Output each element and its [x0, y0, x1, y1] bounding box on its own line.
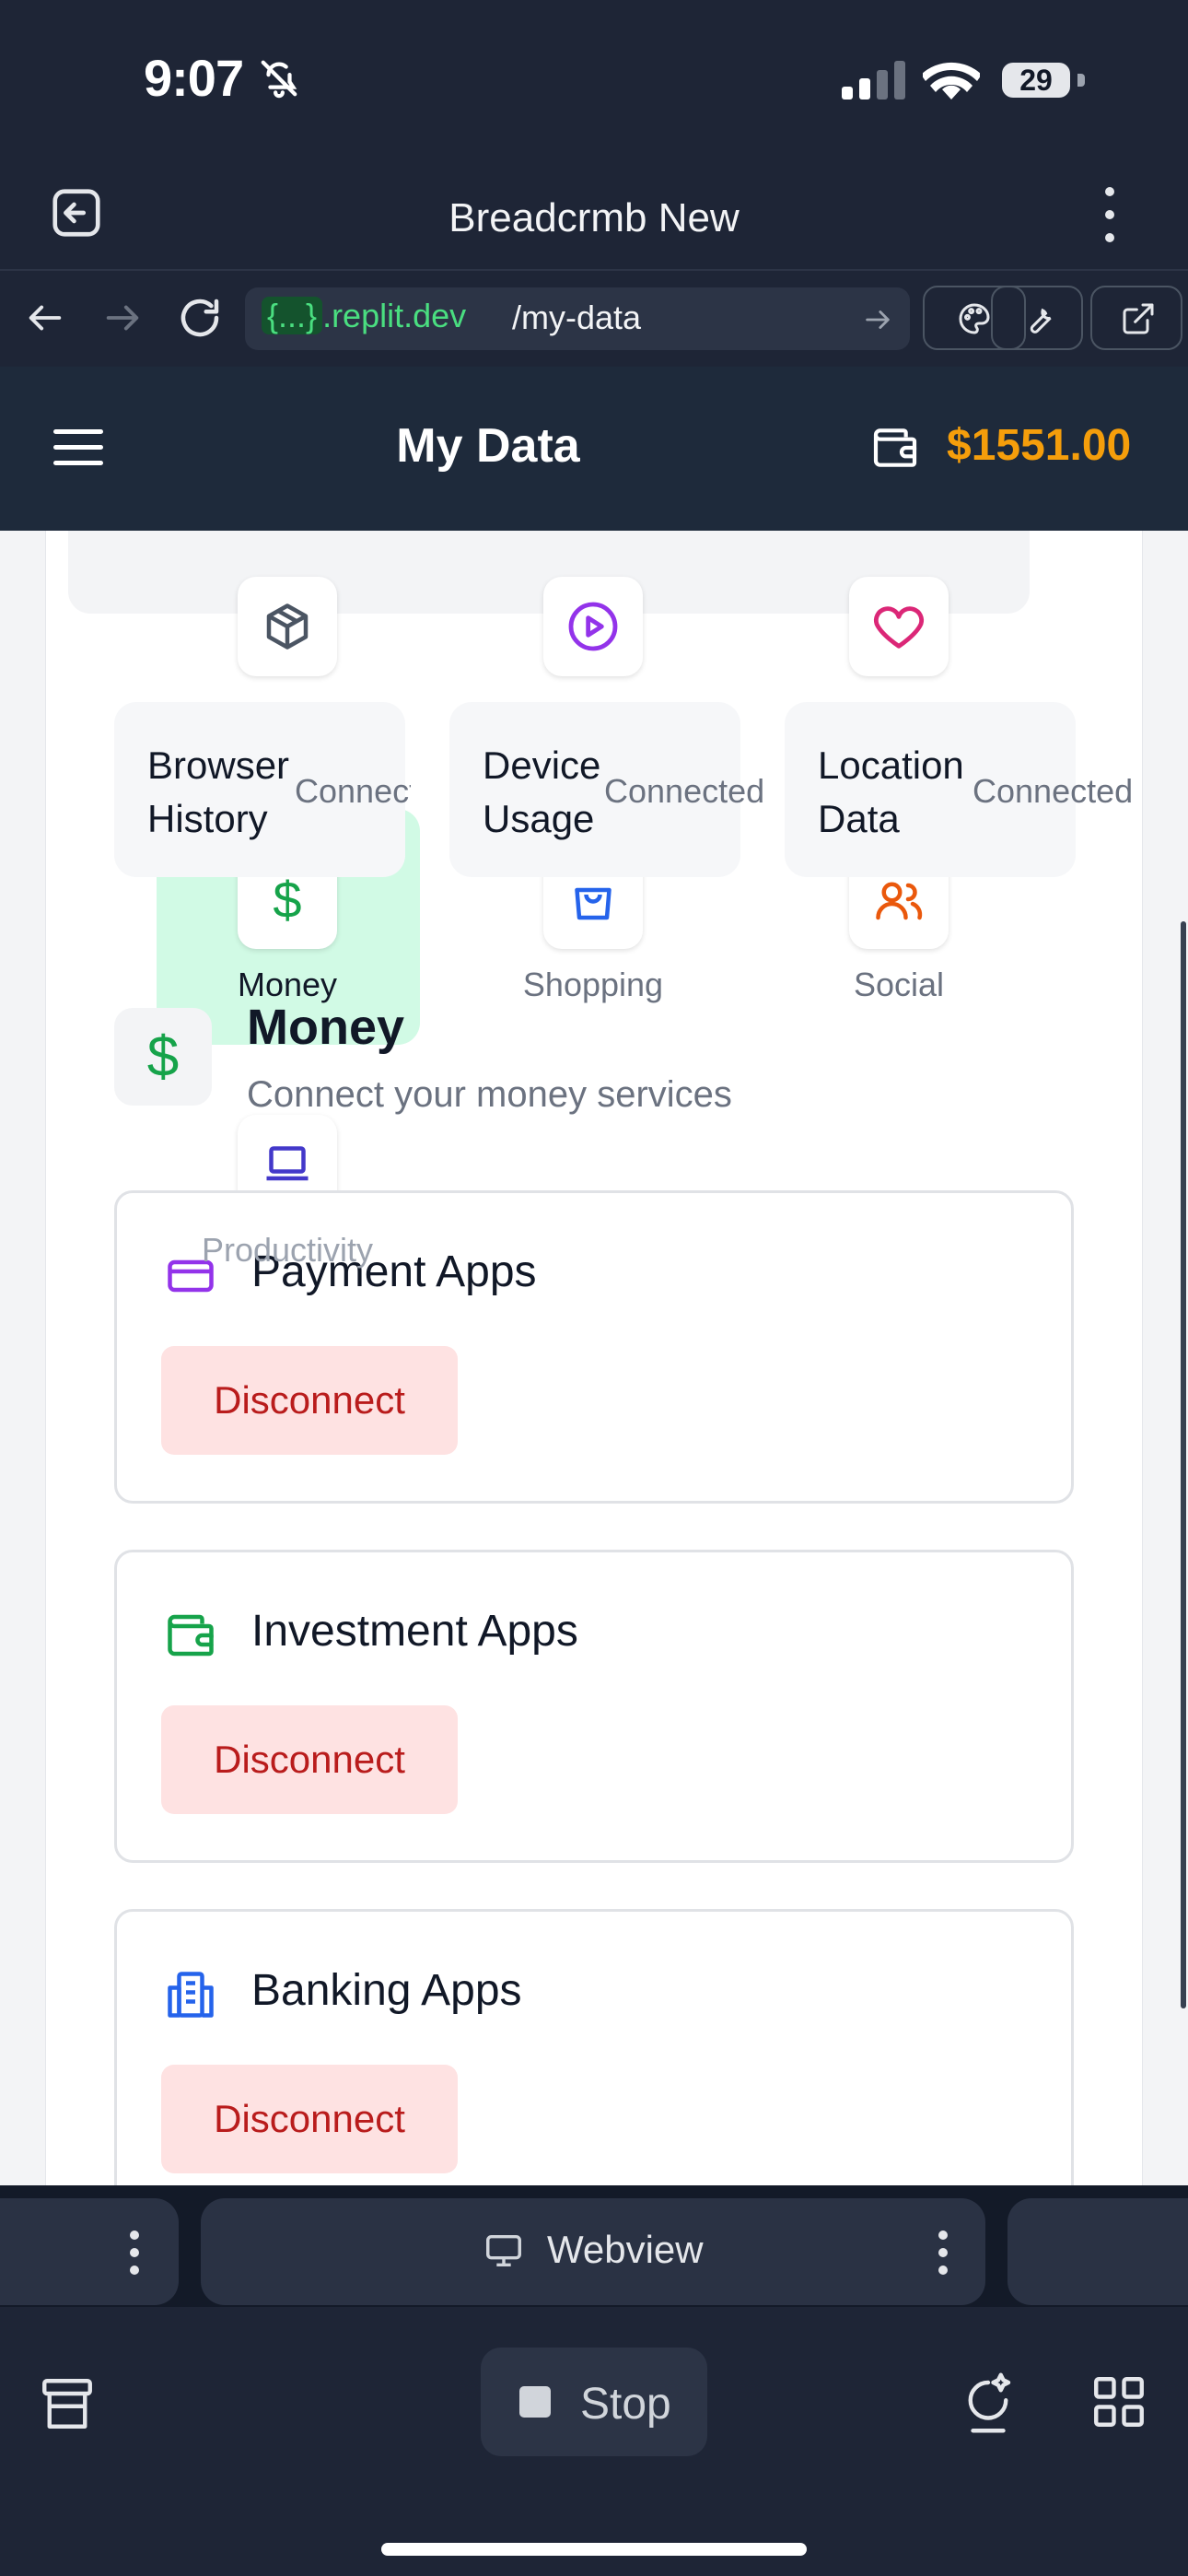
- heart-icon: [874, 606, 924, 649]
- wallet-balance[interactable]: $1551.00: [947, 420, 1131, 471]
- monitor-icon: [486, 2234, 521, 2267]
- investment-apps-card: Investment Apps Disconnect: [114, 1550, 1074, 1863]
- section-title: Money: [247, 1000, 405, 1055]
- source-name-line2: Usage: [483, 797, 595, 840]
- users-icon: [876, 882, 923, 920]
- url-bracket: {...}: [262, 297, 323, 334]
- wrench-button[interactable]: [991, 286, 1083, 350]
- dollar-icon: $: [146, 1025, 180, 1089]
- external-link-icon: [1123, 303, 1154, 334]
- arrow-left-icon[interactable]: [22, 297, 68, 339]
- building-icon: [168, 1972, 214, 2018]
- disconnect-button[interactable]: Disconnect: [161, 1705, 458, 1814]
- tab-right[interactable]: [1007, 2198, 1188, 2305]
- wifi-icon: [923, 62, 980, 100]
- reload-icon[interactable]: [175, 293, 225, 343]
- cellular-signal-icon: [842, 61, 905, 100]
- dollar-icon: $: [273, 870, 302, 929]
- play-circle-icon: [568, 602, 618, 651]
- section-icon-tile: $: [114, 1008, 212, 1106]
- source-status: Connected: [973, 772, 1134, 810]
- package-icon: [266, 603, 309, 650]
- source-name-line2: Data: [818, 797, 900, 840]
- stop-button[interactable]: Stop: [481, 2348, 707, 2456]
- wallet-icon: [168, 1614, 214, 1657]
- source-status: Connected: [604, 772, 765, 810]
- battery-tip: [1077, 74, 1085, 87]
- source-name-line1: Location: [818, 744, 964, 787]
- page-title: My Data: [396, 419, 580, 473]
- scrollbar[interactable]: [1181, 921, 1186, 2008]
- url-domain: {...} .replit.dev: [262, 297, 466, 335]
- more-vertical-icon[interactable]: [129, 2230, 140, 2276]
- section-subtitle: Connect your money services: [247, 1074, 732, 1115]
- laptop-icon: [266, 1146, 309, 1181]
- grid-icon[interactable]: [1089, 2371, 1149, 2432]
- more-vertical-icon[interactable]: [1096, 184, 1124, 245]
- url-input[interactable]: {...} .replit.dev /my-data: [245, 287, 910, 350]
- wallet-icon[interactable]: [869, 422, 921, 474]
- source-status: Connected: [295, 772, 411, 810]
- browser-title: Breadcrmb New: [448, 195, 740, 240]
- category-productivity-label[interactable]: Productivity: [177, 1231, 398, 1270]
- wrench-icon: [1030, 308, 1052, 334]
- play-tile[interactable]: [543, 577, 643, 676]
- battery-level: 29: [1002, 63, 1070, 98]
- arrow-right-icon[interactable]: [99, 297, 146, 339]
- status-time: 9:07: [144, 49, 244, 107]
- category-shopping-label[interactable]: Shopping: [483, 966, 704, 1004]
- palette-icon: [959, 303, 990, 334]
- go-arrow-icon[interactable]: [862, 304, 893, 335]
- shopping-bag-icon: [575, 887, 611, 920]
- url-domain-text: .replit.dev: [322, 297, 467, 334]
- bell-muted-icon: [261, 60, 297, 99]
- source-name-line1: Browser: [147, 744, 290, 787]
- url-path: /my-data: [512, 299, 642, 336]
- more-vertical-icon[interactable]: [938, 2230, 949, 2276]
- open-external-button[interactable]: [1090, 286, 1182, 350]
- heart-tile[interactable]: [849, 577, 949, 676]
- tab-webview-label: Webview: [547, 2228, 704, 2271]
- layers-icon[interactable]: [37, 2373, 98, 2434]
- battery-indicator: 29: [996, 59, 1085, 101]
- disconnect-button[interactable]: Disconnect: [161, 1346, 458, 1455]
- source-name: Browser History: [147, 739, 289, 846]
- home-indicator[interactable]: [381, 2543, 807, 2556]
- app-card-title: Banking Apps: [251, 1966, 522, 2015]
- source-name-line1: Device: [483, 744, 601, 787]
- source-name: Location Data: [818, 739, 964, 846]
- category-social-label[interactable]: Social: [788, 966, 1009, 1004]
- stop-icon: [519, 2386, 551, 2418]
- disconnect-button[interactable]: Disconnect: [161, 2065, 458, 2173]
- package-tile[interactable]: [238, 577, 337, 676]
- banking-apps-card: Banking Apps Disconnect: [114, 1909, 1074, 2185]
- ai-assistant-icon[interactable]: [958, 2370, 1019, 2436]
- tab-left[interactable]: [0, 2198, 179, 2305]
- app-card-title: Investment Apps: [251, 1607, 578, 1656]
- source-name-line2: History: [147, 797, 268, 840]
- stop-label: Stop: [580, 2380, 671, 2429]
- page-content: $ Money Shopping Social Browser History D…: [0, 531, 1188, 2185]
- source-name: Device Usage: [483, 739, 600, 846]
